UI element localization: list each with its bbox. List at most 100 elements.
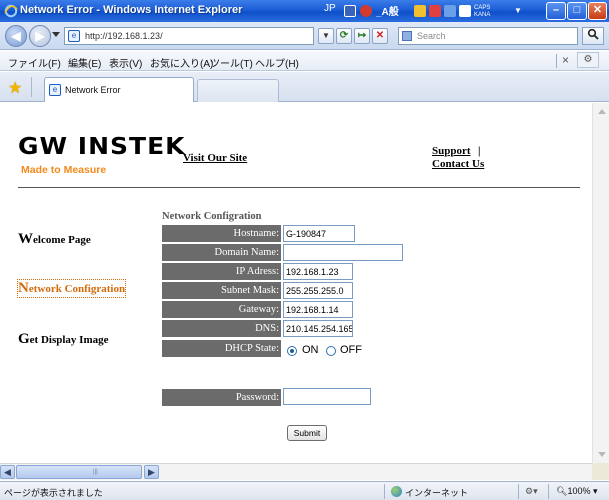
stop-icon[interactable]: ✕ — [372, 28, 388, 44]
zoom-icon: 🔍︎ — [556, 486, 568, 496]
sidebar-item-label: et Display Image — [29, 334, 109, 346]
maximize-button[interactable]: □ — [567, 2, 587, 20]
status-bar: ページが表示されました インターネット ⚙▾ 🔍︎100% ▾ — [0, 481, 609, 500]
password-label: Password: — [162, 389, 281, 406]
search-icon — [587, 28, 599, 40]
form-title: Network Configration — [162, 211, 262, 222]
scroll-grip-icon: ||| — [93, 469, 98, 475]
ime-pad-icon[interactable] — [414, 5, 426, 17]
dns-label: DNS: — [162, 320, 281, 337]
scroll-up-icon[interactable] — [598, 109, 606, 114]
go-arrow-icon[interactable]: ↦ — [354, 28, 370, 44]
search-button[interactable] — [582, 27, 604, 45]
menu-divider — [556, 54, 557, 68]
window-title: Network Error - Windows Internet Explore… — [20, 4, 243, 16]
zoom-level[interactable]: 🔍︎100% ▾ — [556, 486, 598, 497]
menu-edit[interactable]: 編集(E) — [68, 55, 101, 70]
language-bar[interactable]: JP _A般 CAPS KANA ▼ — [322, 2, 532, 20]
support-link[interactable]: Support — [432, 145, 471, 157]
search-provider-icon — [402, 31, 412, 41]
ime-tool-icon[interactable] — [429, 5, 441, 17]
hostname-label: Hostname: — [162, 225, 281, 242]
horizontal-scroll-thumb[interactable]: ||| — [16, 465, 142, 479]
ime-icon[interactable] — [360, 5, 372, 17]
url-text[interactable]: http://192.168.1.23/ — [85, 31, 163, 41]
dhcp-off-label[interactable]: OFF — [340, 344, 362, 356]
sidebar-item-label: etwork Configration — [28, 283, 126, 295]
horizontal-scrollbar[interactable]: ◀ ||| ▶ — [0, 463, 592, 480]
subnet-mask-field[interactable] — [283, 282, 353, 299]
domain-name-field[interactable] — [283, 244, 403, 261]
favorites-star-icon[interactable]: ★ — [8, 78, 22, 98]
gateway-field[interactable] — [283, 301, 353, 318]
page-icon: e — [68, 30, 80, 42]
domain-name-label: Domain Name: — [162, 244, 281, 261]
logo-tagline: Made to Measure — [21, 164, 107, 176]
keyboard-icon[interactable] — [344, 5, 356, 17]
sidebar-item-initial: G — [18, 331, 30, 347]
menu-view[interactable]: 表示(V) — [109, 55, 142, 70]
forward-button[interactable]: ▶ — [29, 25, 51, 47]
refresh-icon[interactable]: ⟳ — [336, 28, 352, 44]
minimize-button[interactable]: – — [546, 2, 566, 20]
search-placeholder: Search — [417, 31, 446, 41]
ip-address-label: IP Adress: — [162, 263, 281, 280]
ime-label: JP — [324, 3, 336, 14]
sidebar-item-get-display-image[interactable]: Get Display Image — [18, 331, 109, 348]
zoom-value: 100% — [567, 486, 591, 496]
dns-field[interactable] — [283, 320, 353, 337]
hostname-field[interactable] — [283, 225, 355, 242]
tab-divider — [31, 77, 32, 97]
scroll-left-button[interactable]: ◀ — [0, 465, 15, 479]
scroll-right-button[interactable]: ▶ — [144, 465, 159, 479]
status-divider — [548, 484, 549, 499]
tab-label: Network Error — [65, 85, 121, 95]
tab-network-error[interactable]: e Network Error — [44, 77, 194, 102]
close-window-button[interactable]: ✕ — [588, 2, 607, 20]
gateway-label: Gateway: — [162, 301, 281, 318]
tab-page-icon: e — [49, 84, 61, 96]
address-dropdown-button[interactable]: ▼ — [318, 28, 334, 44]
gw-instek-logo: GW INSTEK — [18, 133, 186, 160]
help-icon[interactable] — [459, 5, 471, 17]
scrollbar-corner — [592, 463, 609, 480]
dhcp-on-label[interactable]: ON — [302, 344, 319, 356]
ip-address-field[interactable] — [283, 263, 353, 280]
sidebar-item-network-configration[interactable]: Network Configration — [16, 279, 127, 298]
language-bar-menu-icon[interactable]: ▼ — [514, 6, 522, 15]
ie-logo-icon — [4, 4, 18, 18]
page-content: GW INSTEK Made to Measure Visit Our Site… — [0, 103, 592, 463]
back-button[interactable]: ◀ — [5, 25, 27, 47]
dhcp-off-radio[interactable] — [326, 346, 336, 356]
dhcp-on-radio[interactable] — [287, 346, 297, 356]
visit-our-site-link[interactable]: Visit Our Site — [183, 152, 247, 164]
contact-us-link[interactable]: Contact Us — [432, 158, 484, 170]
input-mode-label[interactable]: _A般 — [376, 3, 399, 18]
new-tab-button[interactable] — [197, 79, 279, 102]
link-separator: | — [478, 145, 481, 157]
menu-bar: ファイル(F) 編集(E) 表示(V) お気に入り(A) ツール(T) ヘルプ(… — [0, 51, 609, 71]
tab-strip: ★ e Network Error — [0, 72, 609, 102]
address-input[interactable]: e http://192.168.1.23/ — [64, 27, 314, 45]
scroll-down-icon[interactable] — [598, 452, 606, 457]
menu-tools[interactable]: ツール(T) — [210, 55, 253, 70]
menu-file[interactable]: ファイル(F) — [8, 55, 61, 70]
sidebar-item-welcome-page[interactable]: Welcome Page — [18, 231, 91, 248]
subnet-mask-label: Subnet Mask: — [162, 282, 281, 299]
search-input[interactable]: Search — [398, 27, 578, 45]
menu-help[interactable]: ヘルプ(H) — [255, 55, 299, 70]
sidebar-item-label: elcome Page — [33, 234, 91, 246]
submit-button[interactable]: Submit — [287, 425, 327, 441]
close-toolbar-icon[interactable]: × — [562, 53, 569, 67]
status-divider — [518, 484, 519, 499]
recent-pages-dropdown-icon[interactable] — [52, 32, 60, 37]
address-toolbar: ◀ ▶ e http://192.168.1.23/ ▼ ⟳ ↦ ✕ Searc… — [0, 22, 609, 50]
vertical-scrollbar[interactable] — [592, 103, 609, 463]
password-field[interactable] — [283, 388, 371, 405]
menu-favorites[interactable]: お気に入り(A) — [150, 55, 213, 70]
sidebar-item-initial: W — [18, 231, 33, 247]
toolbar-tools-icon[interactable]: ⚙ — [577, 52, 599, 68]
ime-settings-icon[interactable] — [444, 5, 456, 17]
security-zone-label[interactable]: インターネット — [405, 486, 468, 499]
protected-mode-icon[interactable]: ⚙▾ — [525, 486, 538, 497]
